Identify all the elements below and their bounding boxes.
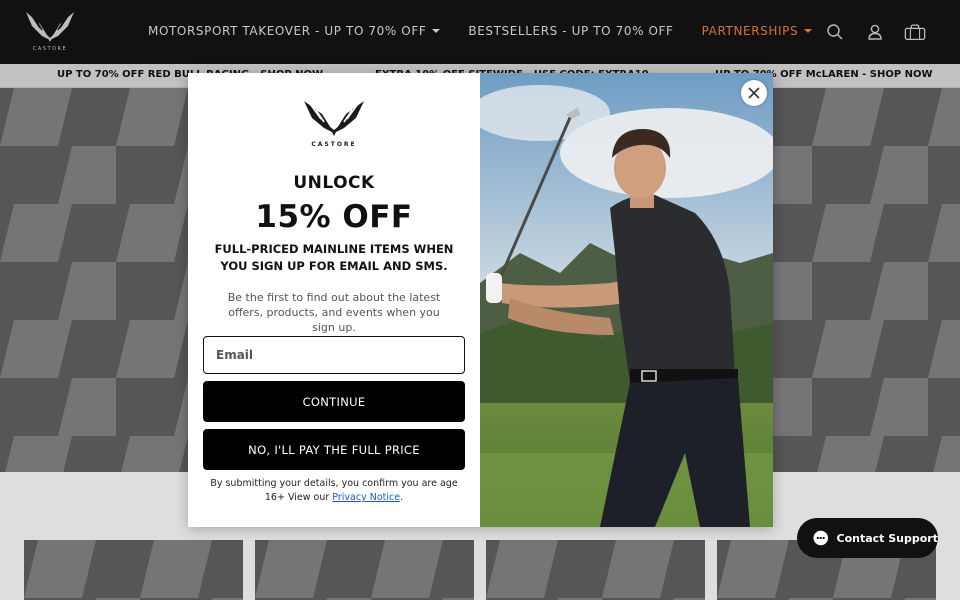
account-icon[interactable] bbox=[864, 22, 886, 42]
header-actions bbox=[824, 22, 926, 42]
logo-wordmark: CASTORE bbox=[32, 46, 68, 52]
nav-bestsellers-label: BESTSELLERS - UP TO 70% OFF bbox=[468, 24, 674, 38]
castore-logo[interactable]: CASTORE bbox=[22, 10, 78, 56]
nav-partnerships-label: PARTNERSHIPS bbox=[701, 24, 799, 38]
modal-hero-image bbox=[480, 73, 773, 527]
contact-support-button[interactable]: Contact Support bbox=[797, 518, 938, 558]
continue-button[interactable]: CONTINUE bbox=[203, 381, 465, 422]
nav-motorsport[interactable]: MOTORSPORT TAKEOVER - UP TO 70% OFF bbox=[148, 24, 441, 38]
modal-subhead: FULL-PRICED MAINLINE ITEMS WHEN YOU SIGN… bbox=[214, 242, 454, 273]
chevron-down-icon bbox=[804, 29, 813, 33]
contact-support-label: Contact Support bbox=[836, 531, 939, 545]
privacy-notice-link[interactable]: Privacy Notice bbox=[332, 492, 400, 503]
search-icon[interactable] bbox=[824, 22, 846, 42]
golfer-photo bbox=[480, 73, 773, 527]
email-field[interactable] bbox=[203, 336, 465, 374]
decline-button[interactable]: NO, I'LL PAY THE FULL PRICE bbox=[203, 429, 465, 470]
site-header: CASTORE MOTORSPORT TAKEOVER - UP TO 70% … bbox=[0, 0, 960, 64]
modal-logo-wordmark: CASTORE bbox=[311, 141, 357, 148]
close-icon bbox=[748, 87, 760, 99]
main-nav: MOTORSPORT TAKEOVER - UP TO 70% OFF BEST… bbox=[148, 24, 813, 38]
close-button[interactable] bbox=[741, 80, 767, 106]
modal-offer: 15% OFF bbox=[255, 199, 413, 235]
modal-body: Be the first to find out about the lates… bbox=[227, 291, 441, 334]
nav-bestsellers[interactable]: BESTSELLERS - UP TO 70% OFF bbox=[468, 24, 673, 38]
legal-end: . bbox=[400, 492, 404, 503]
wings-logo-icon bbox=[304, 101, 364, 136]
nav-partnerships[interactable]: PARTNERSHIPS bbox=[702, 24, 813, 38]
nav-motorsport-label: MOTORSPORT TAKEOVER - UP TO 70% OFF bbox=[148, 24, 427, 38]
bag-icon[interactable] bbox=[904, 22, 926, 42]
signup-form-panel: CASTORE UNLOCK 15% OFF FULL-PRICED MAINL… bbox=[188, 73, 480, 527]
modal-logo: CASTORE bbox=[300, 99, 368, 149]
signup-modal: CASTORE UNLOCK 15% OFF FULL-PRICED MAINL… bbox=[188, 73, 773, 527]
chat-bubble-icon bbox=[813, 530, 829, 546]
chevron-down-icon bbox=[432, 29, 441, 33]
wings-logo-icon bbox=[26, 12, 74, 42]
modal-headline: UNLOCK bbox=[293, 173, 375, 193]
legal-notice: By submitting your details, you confirm … bbox=[206, 477, 462, 505]
